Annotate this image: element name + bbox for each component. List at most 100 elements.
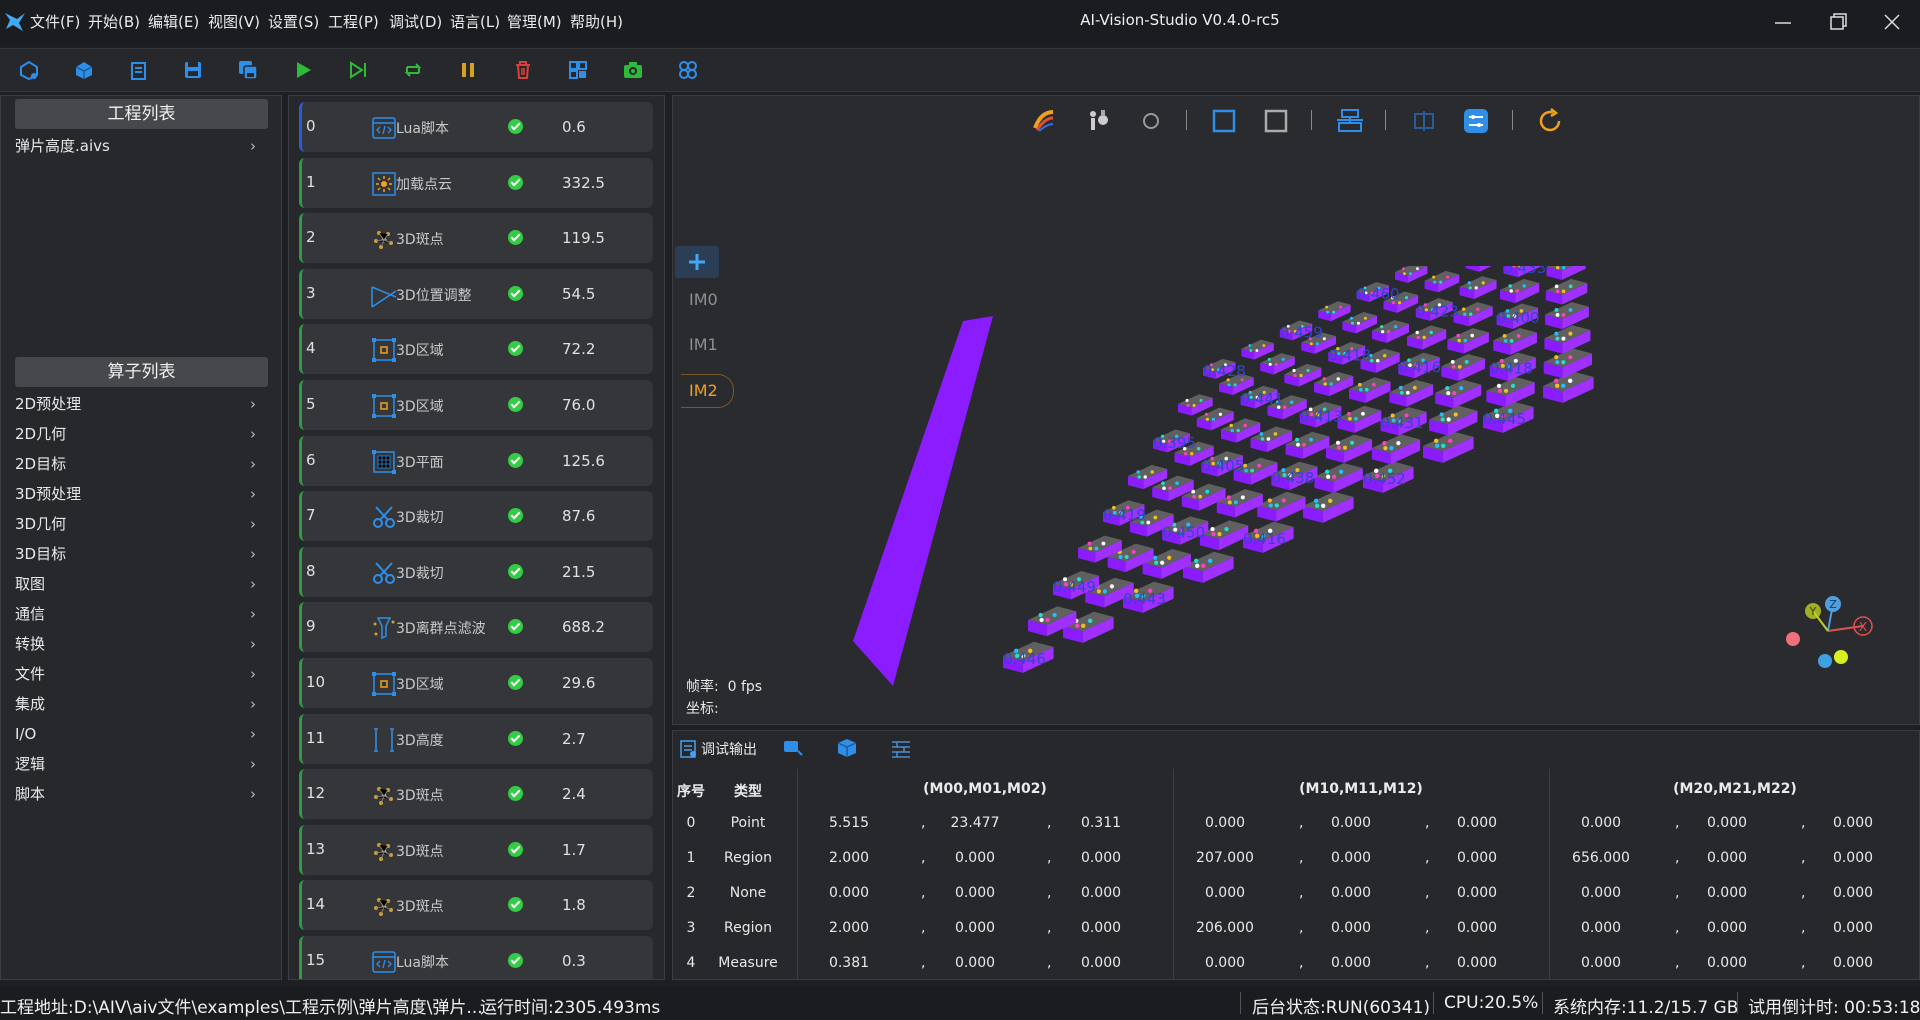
new-project-button[interactable]: [71, 57, 97, 83]
point-cluster: [1556, 266, 1560, 270]
menu-view[interactable]: 视图(V): [208, 11, 260, 32]
operator-category[interactable]: 脚本 ›: [15, 780, 268, 808]
flow-node[interactable]: 4 3D区域 72.2: [299, 324, 653, 375]
measure-label: 0.443: [1123, 590, 1166, 608]
image-tab-im2[interactable]: IM2: [681, 374, 734, 408]
color-render-icon[interactable]: [1029, 106, 1059, 136]
operator-category[interactable]: 3D预处理 ›: [15, 480, 268, 508]
save-as-button[interactable]: [235, 57, 261, 83]
edit-button[interactable]: [126, 57, 152, 83]
node-index: 6: [306, 450, 316, 469]
operator-category[interactable]: 3D目标 ›: [15, 540, 268, 568]
camera-button[interactable]: [620, 57, 646, 83]
step-button[interactable]: [345, 57, 371, 83]
status-separator: [1433, 992, 1434, 1014]
flow-node[interactable]: 6 3D平面 125.6: [299, 435, 653, 486]
menu-start[interactable]: 开始(B): [88, 11, 140, 32]
pointcloud-style-icon[interactable]: [1083, 106, 1113, 136]
flow-node[interactable]: 3 3D位置调整 54.5: [299, 268, 653, 319]
align-icon[interactable]: [1335, 106, 1365, 136]
3d-viewer[interactable]: IM0 IM1 IM2 0.446 0.443 0.416 0.452 0.445 0.4…: [672, 95, 1920, 725]
wall-tab[interactable]: [889, 737, 915, 761]
maximize-button[interactable]: [1810, 4, 1866, 40]
project-item[interactable]: 弹片高度.aivs ›: [15, 132, 268, 160]
flow-node[interactable]: 5 3D区域 76.0: [299, 380, 653, 430]
flow-node[interactable]: 1 加载点云 332.5: [299, 157, 653, 208]
point-cloud-view[interactable]: 0.446 0.443 0.416 0.452 0.445 0.449 0.450 0.438…: [853, 266, 1613, 725]
save-button[interactable]: [180, 57, 206, 83]
image-tab-im0[interactable]: IM0: [681, 284, 731, 316]
operator-category[interactable]: 逻辑 ›: [15, 750, 268, 778]
operator-category-label: 脚本: [15, 785, 46, 803]
flow-node[interactable]: 14 3D斑点 1.8: [299, 880, 653, 931]
loop-button[interactable]: [400, 57, 426, 83]
close-button[interactable]: [1864, 4, 1920, 40]
measure-label: 0.428: [1203, 362, 1246, 380]
layout-button[interactable]: [565, 57, 591, 83]
point-cluster: [1554, 355, 1559, 360]
rect-outline-icon[interactable]: [1261, 106, 1291, 136]
value-separator: ,: [1425, 955, 1430, 971]
point-cluster: [1292, 368, 1296, 373]
matrix-value: 0.000: [1080, 955, 1122, 971]
menu-debug[interactable]: 调试(D): [389, 11, 442, 32]
load-pointcloud-icon: [372, 171, 396, 196]
flow-node[interactable]: 13 3D斑点 1.7: [299, 824, 653, 875]
operator-category[interactable]: 2D预处理 ›: [15, 390, 268, 418]
refresh-icon[interactable]: [1535, 106, 1565, 136]
menu-file[interactable]: 文件(F): [30, 11, 80, 32]
operator-category[interactable]: I/O ›: [15, 720, 268, 748]
operator-category[interactable]: 集成 ›: [15, 690, 268, 718]
success-check-icon: [508, 563, 523, 579]
menu-manage[interactable]: 管理(M): [507, 11, 562, 32]
circle-tool-icon[interactable]: [1136, 106, 1166, 136]
flow-node[interactable]: 10 3D区域 29.6: [299, 658, 653, 708]
flow-node[interactable]: 7 3D裁切 87.6: [299, 491, 653, 542]
menu-project[interactable]: 工程(P): [328, 11, 379, 32]
settings-panel-icon[interactable]: [1461, 106, 1491, 136]
menu-language[interactable]: 语言(L): [450, 11, 500, 32]
flow-node[interactable]: 12 3D斑点 2.4: [299, 769, 653, 820]
run-button[interactable]: [290, 57, 316, 83]
script-icon: [372, 951, 396, 973]
flow-node[interactable]: 2 3D斑点 119.5: [299, 213, 653, 264]
operator-category[interactable]: 3D几何 ›: [15, 510, 268, 538]
minimize-button[interactable]: [1755, 4, 1811, 40]
add-image-button[interactable]: [675, 246, 719, 278]
grid-icon: [679, 61, 697, 79]
value-separator: ,: [1675, 955, 1680, 971]
rect-select-icon[interactable]: [1209, 106, 1239, 136]
menu-help[interactable]: 帮助(H): [570, 11, 623, 32]
point-cluster: [1281, 498, 1286, 503]
point-cluster: [1561, 289, 1566, 294]
3d-object-tab[interactable]: [835, 737, 861, 761]
menu-edit[interactable]: 编辑(E): [148, 11, 199, 32]
operator-category[interactable]: 2D几何 ›: [15, 420, 268, 448]
axis-gizmo[interactable]: X Z Y: [1783, 596, 1873, 676]
flow-node[interactable]: 15 Lua脚本 0.3: [299, 936, 653, 979]
vm-tab[interactable]: [781, 737, 807, 761]
flow-node[interactable]: 0 Lua脚本 0.6: [299, 102, 653, 152]
operator-category[interactable]: 通信 ›: [15, 600, 268, 628]
menu-settings[interactable]: 设置(S): [268, 11, 319, 32]
operator-category[interactable]: 转换 ›: [15, 630, 268, 658]
grid-button[interactable]: [675, 57, 701, 83]
point-cluster: [1322, 377, 1326, 381]
operator-category[interactable]: 文件 ›: [15, 660, 268, 688]
flow-node[interactable]: 11 3D高度 2.7: [299, 713, 653, 764]
operator-category[interactable]: 2D目标 ›: [15, 450, 268, 478]
operator-category[interactable]: 取图 ›: [15, 570, 268, 598]
debug-output-tab[interactable]: 调试输出: [677, 737, 767, 761]
open-project-icon: [20, 60, 38, 81]
point-cluster: [1451, 364, 1456, 369]
split-view-icon[interactable]: [1409, 106, 1439, 136]
flow-node[interactable]: 8 3D裁切 21.5: [299, 546, 653, 597]
measure-label: 0.449: [1053, 578, 1096, 596]
delete-button[interactable]: [510, 57, 536, 83]
pause-button[interactable]: [455, 57, 481, 83]
flow-node[interactable]: 9 3D离群点滤波 688.2: [299, 602, 653, 653]
pause-icon: [462, 63, 474, 77]
open-project-button[interactable]: [16, 57, 42, 83]
point-cluster: [1224, 526, 1229, 532]
image-tab-im1[interactable]: IM1: [681, 329, 731, 361]
